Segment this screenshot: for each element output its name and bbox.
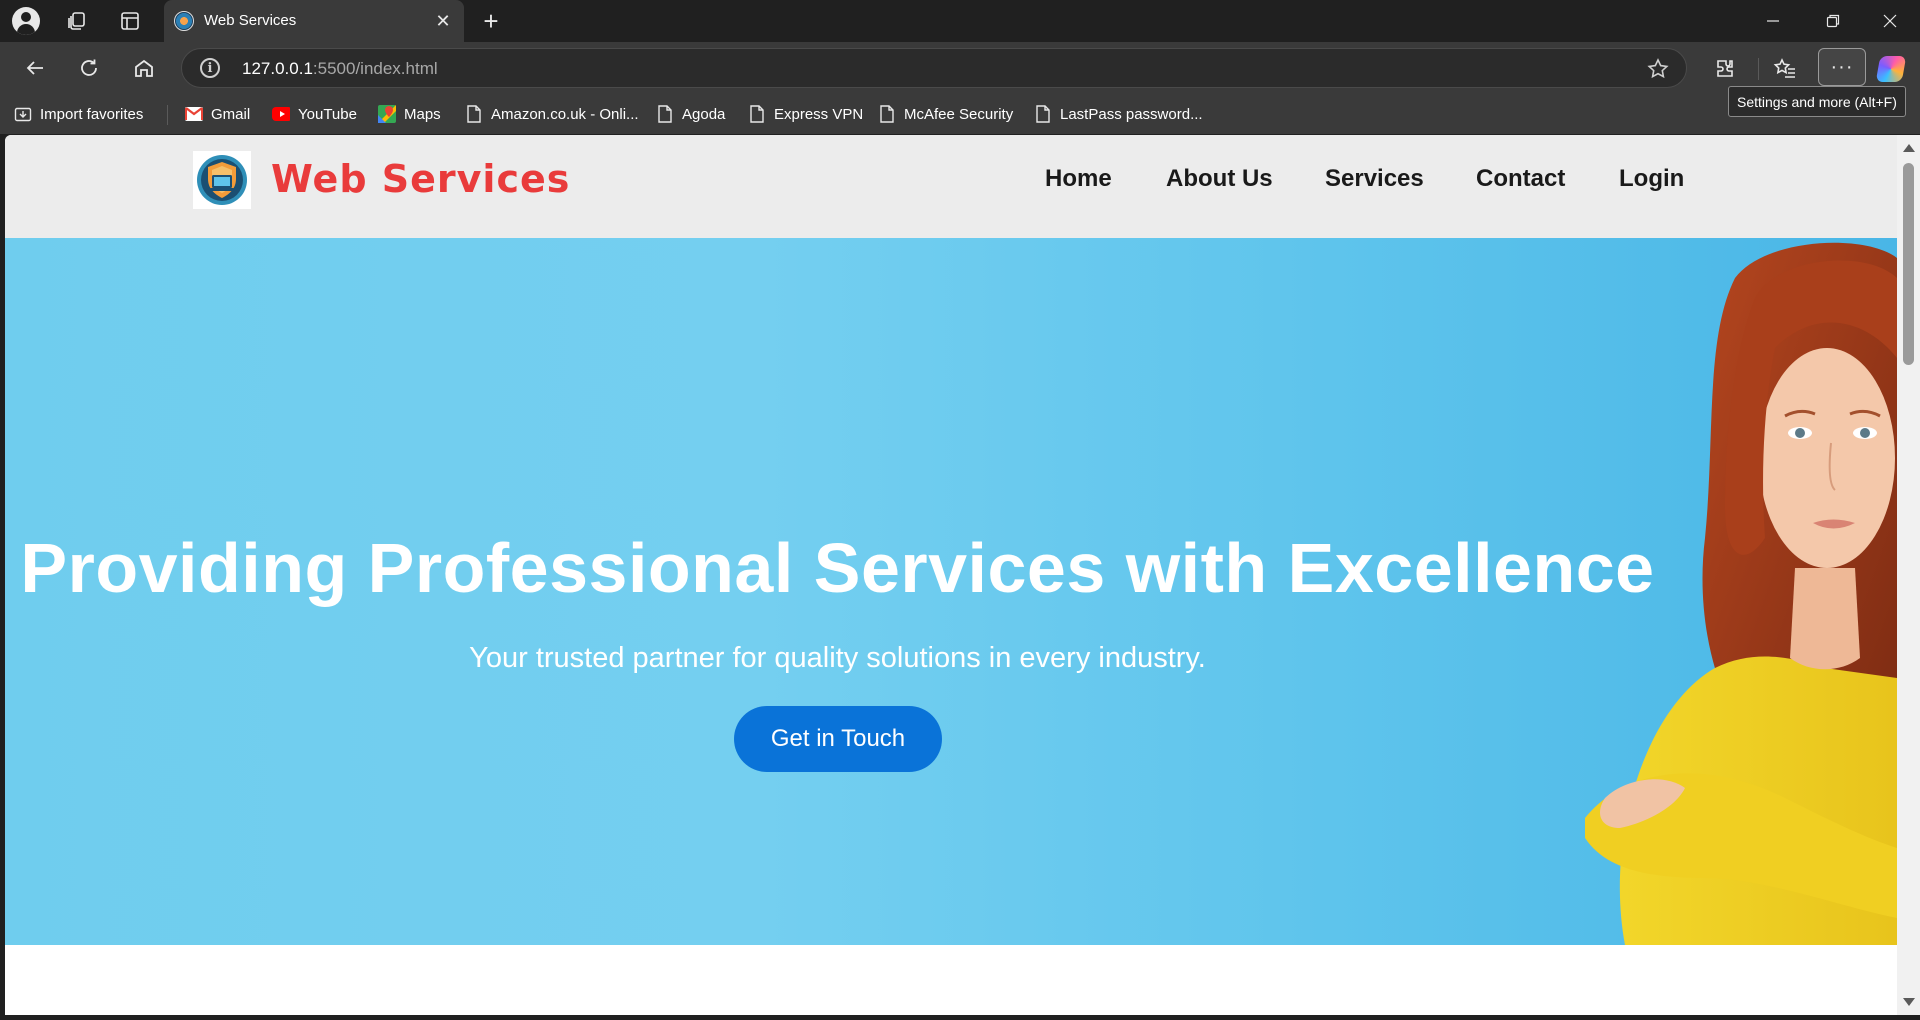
nav-login[interactable]: Login bbox=[1619, 165, 1684, 193]
toolbar-divider bbox=[1758, 58, 1759, 80]
site-logo-icon[interactable] bbox=[193, 151, 251, 209]
scroll-down-icon[interactable] bbox=[1903, 998, 1915, 1006]
restore-icon[interactable] bbox=[1803, 0, 1863, 42]
favorite-lastpass[interactable]: LastPass password... bbox=[1034, 103, 1203, 125]
workspaces-icon[interactable] bbox=[62, 6, 92, 36]
page-icon bbox=[748, 105, 766, 123]
profile-icon[interactable] bbox=[11, 6, 41, 36]
scrollbar-thumb[interactable] bbox=[1903, 163, 1914, 365]
page-icon bbox=[465, 105, 483, 123]
extensions-icon[interactable] bbox=[1708, 51, 1742, 85]
new-tab-icon[interactable]: + bbox=[476, 6, 506, 36]
nav-home[interactable]: Home bbox=[1045, 165, 1112, 193]
page-icon bbox=[1034, 105, 1052, 123]
favorite-label: LastPass password... bbox=[1060, 105, 1203, 123]
favorites-icon[interactable] bbox=[1768, 51, 1802, 85]
minimize-icon[interactable] bbox=[1743, 0, 1803, 42]
favorite-label: YouTube bbox=[298, 105, 357, 123]
page-scrollbar[interactable] bbox=[1897, 135, 1920, 1015]
copilot-icon[interactable] bbox=[1875, 56, 1907, 82]
site-brand-name[interactable]: Web Services bbox=[271, 157, 570, 201]
favorite-express-vpn[interactable]: Express VPN bbox=[748, 103, 863, 125]
url-text[interactable]: 127.0.0.1:5500/index.html bbox=[242, 59, 438, 79]
favorite-label: Maps bbox=[404, 105, 441, 123]
scroll-up-icon[interactable] bbox=[1903, 144, 1915, 152]
browser-toolbar: i 127.0.0.1:5500/index.html ··· bbox=[0, 42, 1920, 94]
favorites-bar: Import favorites Gmail YouTube Maps Amaz… bbox=[0, 94, 1920, 134]
settings-tooltip: Settings and more (Alt+F) bbox=[1728, 86, 1906, 117]
favorite-mcafee[interactable]: McAfee Security bbox=[878, 103, 1013, 125]
maps-icon bbox=[378, 105, 396, 123]
site-info-icon[interactable]: i bbox=[200, 58, 220, 78]
favorite-label: Import favorites bbox=[40, 105, 144, 123]
browser-tab-bar: Web Services ✕ + bbox=[0, 0, 1920, 42]
favorite-import[interactable]: Import favorites bbox=[14, 103, 143, 125]
hero-subtitle: Your trusted partner for quality solutio… bbox=[469, 642, 1206, 674]
favorite-youtube[interactable]: YouTube bbox=[272, 103, 357, 125]
youtube-icon bbox=[272, 105, 290, 123]
page-content-below bbox=[5, 945, 1897, 1015]
tab-title: Web Services bbox=[204, 12, 297, 29]
favorite-maps[interactable]: Maps bbox=[378, 103, 441, 125]
favorites-divider bbox=[167, 105, 168, 125]
nav-services[interactable]: Services bbox=[1325, 165, 1424, 193]
page-icon bbox=[878, 105, 896, 123]
reload-icon[interactable] bbox=[72, 51, 106, 85]
favorite-label: Amazon.co.uk - Onli... bbox=[491, 105, 639, 123]
nav-contact[interactable]: Contact bbox=[1476, 165, 1565, 193]
favorite-label: Agoda bbox=[682, 105, 726, 123]
close-window-icon[interactable] bbox=[1860, 0, 1920, 42]
settings-more-icon[interactable]: ··· bbox=[1818, 48, 1866, 86]
gmail-icon bbox=[185, 105, 203, 123]
address-bar[interactable]: i 127.0.0.1:5500/index.html bbox=[181, 48, 1687, 88]
page-icon bbox=[656, 105, 674, 123]
import-icon bbox=[14, 105, 32, 123]
nav-about-us[interactable]: About Us bbox=[1166, 165, 1273, 193]
site-header: Web Services Home About Us Services Cont… bbox=[5, 135, 1897, 238]
hero-section: Providing Professional Services with Exc… bbox=[5, 238, 1897, 945]
window-bottom-edge bbox=[0, 1015, 1920, 1020]
page-viewport: Web Services Home About Us Services Cont… bbox=[5, 135, 1897, 1015]
url-path: :5500/index.html bbox=[312, 59, 438, 78]
favorite-amazon[interactable]: Amazon.co.uk - Onli... bbox=[465, 103, 639, 125]
tab-favicon-icon bbox=[174, 11, 194, 31]
tab-web-services[interactable]: Web Services ✕ bbox=[164, 0, 464, 42]
favorite-label: McAfee Security bbox=[904, 105, 1014, 123]
favorite-label: Express VPN bbox=[774, 105, 864, 123]
favorite-star-icon[interactable] bbox=[1646, 57, 1670, 81]
tab-actions-icon[interactable] bbox=[115, 6, 145, 36]
home-icon[interactable] bbox=[127, 51, 161, 85]
get-in-touch-button[interactable]: Get in Touch bbox=[734, 706, 942, 772]
back-icon[interactable] bbox=[18, 51, 52, 85]
close-tab-icon[interactable]: ✕ bbox=[432, 10, 454, 32]
hero-title: Providing Professional Services with Exc… bbox=[20, 529, 1655, 607]
favorite-label: Gmail bbox=[211, 105, 251, 123]
favorite-agoda[interactable]: Agoda bbox=[656, 103, 725, 125]
favorite-gmail[interactable]: Gmail bbox=[185, 103, 250, 125]
url-host: 127.0.0.1 bbox=[242, 59, 313, 78]
